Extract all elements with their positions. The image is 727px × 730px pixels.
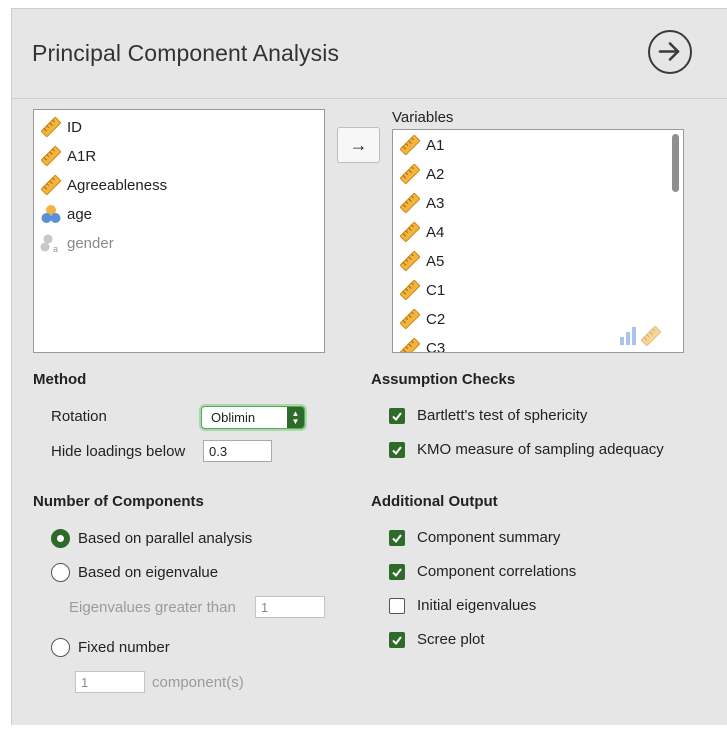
radio-unselected[interactable] [51, 563, 70, 582]
move-to-variables-button[interactable]: → [337, 127, 380, 163]
ruler-icon [399, 163, 421, 185]
ruler-icon [40, 116, 62, 138]
checkmark-icon [392, 635, 402, 645]
assumption-checks-title: Assumption Checks [371, 371, 516, 388]
ruler-icon [399, 221, 421, 243]
nominal-text-icon: a [40, 234, 58, 254]
ruler-icon [399, 192, 421, 214]
hide-loadings-input[interactable]: 0.3 [203, 440, 272, 462]
additional-output-title: Additional Output [371, 493, 498, 510]
initial-eigenvalues-checkbox[interactable]: Initial eigenvalues [389, 597, 536, 614]
bartlett-checkbox[interactable]: Bartlett's test of sphericity [389, 407, 587, 424]
scrollbar[interactable] [672, 134, 679, 192]
checkbox-checked[interactable] [389, 631, 405, 648]
radio-unselected[interactable] [51, 638, 70, 657]
ruler-icon [640, 325, 662, 347]
variables-label: Variables [392, 109, 454, 126]
rotation-select[interactable]: Oblimin ▲ ▼ [201, 406, 305, 429]
fixed-number-input[interactable]: 1 [75, 671, 145, 693]
ruler-icon [399, 134, 421, 156]
list-item[interactable]: A5 [399, 248, 444, 274]
checkbox-checked[interactable] [389, 441, 405, 458]
list-item[interactable]: A4 [399, 219, 444, 245]
ordinal-icon [41, 205, 61, 223]
arrow-right-icon [658, 42, 680, 61]
list-item[interactable]: A1 [399, 132, 444, 158]
list-item[interactable]: ID [40, 114, 82, 140]
rotation-value: Oblimin [211, 410, 256, 425]
ruler-icon [40, 145, 62, 167]
list-item[interactable]: A1R [40, 143, 96, 169]
eigenvalue-radio[interactable]: Based on eigenvalue [51, 563, 218, 582]
source-variable-list[interactable]: ID A1R Agreeableness age a gender [33, 109, 325, 353]
list-item[interactable]: a gender [40, 230, 114, 256]
page-title: Principal Component Analysis [32, 40, 340, 66]
radio-selected[interactable] [51, 529, 70, 548]
kmo-checkbox[interactable]: KMO measure of sampling adequacy [389, 441, 664, 458]
component-summary-checkbox[interactable]: Component summary [389, 529, 560, 546]
updown-chevron-icon: ▲ ▼ [287, 407, 304, 428]
fixed-number-radio[interactable]: Fixed number [51, 638, 170, 657]
analysis-panel: Principal Component Analysis ID A1R Agre… [11, 8, 727, 725]
checkbox-checked[interactable] [389, 407, 405, 424]
panel-header: Principal Component Analysis [12, 9, 727, 99]
hide-loadings-label: Hide loadings below [51, 443, 186, 460]
ruler-icon [399, 279, 421, 301]
list-item[interactable]: C2 [399, 306, 445, 332]
arrow-right-icon: → [349, 134, 368, 155]
ruler-icon [399, 308, 421, 330]
number-of-components-title: Number of Components [33, 493, 204, 510]
list-item[interactable]: Agreeableness [40, 172, 167, 198]
checkmark-icon [392, 533, 402, 543]
ruler-icon [399, 250, 421, 272]
components-suffix-label: component(s) [152, 674, 244, 691]
eigenvalue-threshold-input[interactable]: 1 [255, 596, 325, 618]
variables-list[interactable]: A1 A2 A3 A4 A5 C1 C2 C3 [392, 129, 684, 353]
component-correlations-checkbox[interactable]: Component correlations [389, 563, 576, 580]
scree-plot-checkbox[interactable]: Scree plot [389, 631, 485, 648]
checkbox-checked[interactable] [389, 529, 405, 546]
list-item[interactable]: A2 [399, 161, 444, 187]
svg-text:a: a [53, 244, 58, 254]
checkmark-icon [392, 567, 402, 577]
checkmark-icon [392, 411, 402, 421]
list-item[interactable]: C1 [399, 277, 445, 303]
list-item[interactable]: A3 [399, 190, 444, 216]
eigenvalues-greater-label: Eigenvalues greater than [69, 599, 236, 616]
ruler-icon [399, 337, 421, 353]
run-analysis-button[interactable] [648, 30, 692, 74]
checkbox-checked[interactable] [389, 563, 405, 580]
list-item[interactable]: C3 [399, 335, 445, 353]
bar-chart-icon [620, 327, 636, 345]
method-title: Method [33, 371, 87, 388]
parallel-analysis-radio[interactable]: Based on parallel analysis [51, 529, 252, 548]
list-item[interactable]: age [40, 201, 92, 227]
ruler-icon [40, 174, 62, 196]
rotation-label: Rotation [51, 408, 107, 425]
checkmark-icon [392, 445, 402, 455]
checkbox-unchecked[interactable] [389, 597, 405, 614]
